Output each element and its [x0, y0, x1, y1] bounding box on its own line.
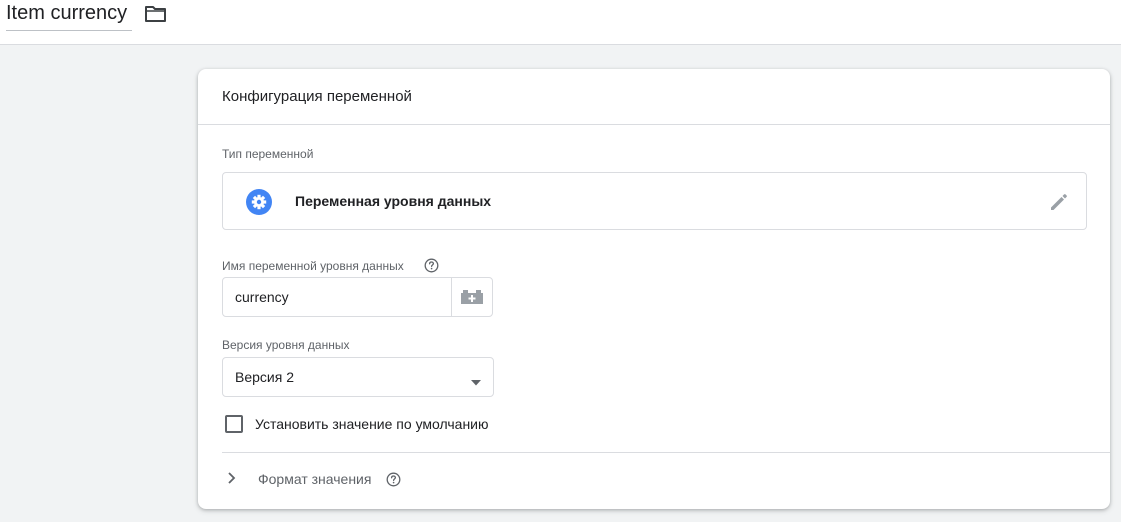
datalayer-version-value: Версия 2 — [235, 369, 294, 385]
variable-picker-button[interactable] — [451, 278, 492, 316]
datalayer-version-label: Версия уровня данных — [222, 338, 350, 352]
default-value-checkbox[interactable] — [225, 415, 243, 433]
datalayer-name-field — [222, 277, 493, 317]
help-icon[interactable] — [424, 258, 439, 273]
format-value-toggle[interactable]: Формат значения — [258, 471, 371, 487]
datalayer-version-select[interactable]: Версия 2 — [222, 357, 494, 397]
default-value-label[interactable]: Установить значение по умолчанию — [255, 416, 489, 432]
gear-icon — [246, 189, 272, 215]
card-title: Конфигурация переменной — [222, 88, 412, 105]
variable-configuration-card: Конфигурация переменной Тип переменной П… — [198, 69, 1110, 509]
dropdown-arrow-icon — [470, 374, 482, 386]
top-bar: Item currency — [0, 0, 1121, 45]
variable-name-field[interactable]: Item currency — [6, 2, 132, 31]
variable-type-name: Переменная уровня данных — [295, 193, 492, 209]
pencil-icon[interactable] — [1048, 191, 1070, 213]
datalayer-name-label: Имя переменной уровня данных — [222, 259, 404, 273]
datalayer-name-input[interactable] — [223, 278, 451, 316]
folder-icon[interactable] — [144, 4, 168, 24]
card-header: Конфигурация переменной — [198, 69, 1110, 125]
variable-type-label: Тип переменной — [222, 147, 314, 161]
variable-type-selector[interactable]: Переменная уровня данных — [222, 172, 1087, 230]
chevron-right-icon[interactable] — [226, 471, 238, 485]
format-help-icon[interactable] — [386, 472, 401, 487]
divider — [222, 452, 1110, 453]
